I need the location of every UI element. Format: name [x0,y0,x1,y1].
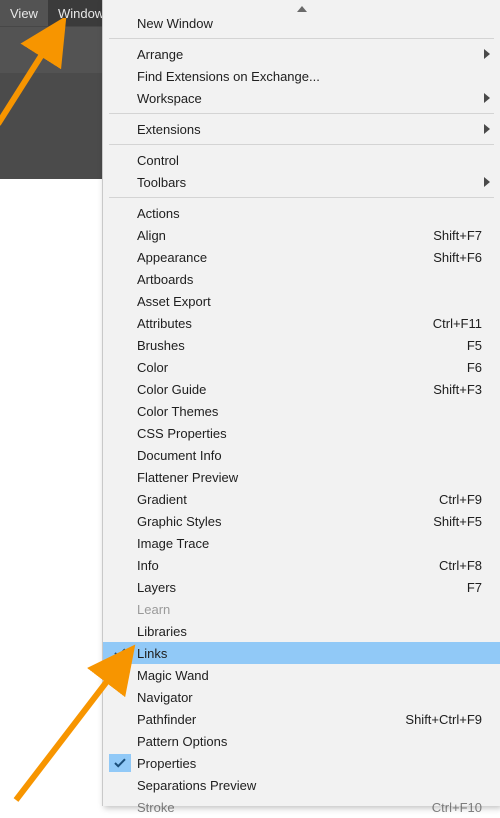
menu-item-label: Appearance [137,250,433,265]
menu-item-label: Learn [137,602,482,617]
menu-item-label: Extensions [137,122,482,137]
menu-item-brushes[interactable]: BrushesF5 [103,334,500,356]
menu-item-flattener-preview[interactable]: Flattener Preview [103,466,500,488]
menu-item-shortcut: Shift+F6 [433,250,482,265]
menu-item-label: CSS Properties [137,426,482,441]
menu-item-attributes[interactable]: AttributesCtrl+F11 [103,312,500,334]
menu-item-label: Workspace [137,91,482,106]
menu-item-label: Info [137,558,439,573]
menu-item-align[interactable]: AlignShift+F7 [103,224,500,246]
menu-item-shortcut: F7 [467,580,482,595]
menu-item-label: Image Trace [137,536,482,551]
menu-item-navigator[interactable]: Navigator [103,686,500,708]
check-icon [109,644,131,662]
menu-view[interactable]: View [0,0,48,26]
menu-item-label: Arrange [137,47,482,62]
menu-item-toolbars[interactable]: Toolbars [103,171,500,193]
menu-item-color[interactable]: ColorF6 [103,356,500,378]
menu-separator [109,113,494,114]
menu-item-label: Pattern Options [137,734,482,749]
menu-item-magic-wand[interactable]: Magic Wand [103,664,500,686]
menu-item-info[interactable]: InfoCtrl+F8 [103,554,500,576]
menu-item-css-properties[interactable]: CSS Properties [103,422,500,444]
menu-item-label: Gradient [137,492,439,507]
window-menu-dropdown: New Window Arrange Find Extensions on Exch… [102,0,500,806]
menu-item-shortcut: Shift+F3 [433,382,482,397]
menu-item-learn: Learn [103,598,500,620]
menu-item-shortcut: F5 [467,338,482,353]
menu-item-shortcut: F6 [467,360,482,375]
menu-item-label: Libraries [137,624,482,639]
menu-item-new-window[interactable]: New Window [103,12,500,34]
menu-item-libraries[interactable]: Libraries [103,620,500,642]
menu-item-pathfinder[interactable]: PathfinderShift+Ctrl+F9 [103,708,500,730]
chevron-right-icon [484,122,490,137]
menu-item-label: Document Info [137,448,482,463]
menu-separator [109,38,494,39]
menu-item-shortcut: Shift+Ctrl+F9 [405,712,482,727]
menu-item-label: Asset Export [137,294,482,309]
menu-item-label: Control [137,153,482,168]
menu-item-links[interactable]: Links [103,642,500,664]
menu-item-stroke[interactable]: StrokeCtrl+F10 [103,796,500,818]
menu-item-label: Navigator [137,690,482,705]
menu-item-pattern-options[interactable]: Pattern Options [103,730,500,752]
menu-item-label: Color Guide [137,382,433,397]
chevron-right-icon [484,175,490,190]
menu-item-separations-preview[interactable]: Separations Preview [103,774,500,796]
chevron-right-icon [484,91,490,106]
menu-item-arrange[interactable]: Arrange [103,43,500,65]
menu-item-label: Flattener Preview [137,470,482,485]
menu-item-label: Color Themes [137,404,482,419]
menu-item-label: Magic Wand [137,668,482,683]
menu-item-label: Color [137,360,467,375]
menu-item-label: Layers [137,580,467,595]
menu-item-workspace[interactable]: Workspace [103,87,500,109]
menu-item-label: Stroke [137,800,432,815]
menu-item-control[interactable]: Control [103,149,500,171]
menu-item-shortcut: Ctrl+F11 [433,316,482,331]
menu-item-label: Links [137,646,482,661]
menu-item-document-info[interactable]: Document Info [103,444,500,466]
menu-item-label: Pathfinder [137,712,405,727]
menu-item-shortcut: Ctrl+F8 [439,558,482,573]
check-icon [109,754,131,772]
menu-separator [109,197,494,198]
menu-item-graphic-styles[interactable]: Graphic StylesShift+F5 [103,510,500,532]
menu-item-layers[interactable]: LayersF7 [103,576,500,598]
menu-item-properties[interactable]: Properties [103,752,500,774]
menu-item-appearance[interactable]: AppearanceShift+F6 [103,246,500,268]
menu-item-label: Find Extensions on Exchange... [137,69,482,84]
chevron-right-icon [484,47,490,62]
menu-item-label: Graphic Styles [137,514,433,529]
menu-item-label: Attributes [137,316,433,331]
menu-item-shortcut: Ctrl+F9 [439,492,482,507]
menu-item-image-trace[interactable]: Image Trace [103,532,500,554]
menu-item-color-guide[interactable]: Color GuideShift+F3 [103,378,500,400]
menu-item-gradient[interactable]: GradientCtrl+F9 [103,488,500,510]
menu-separator [109,144,494,145]
menu-item-label: Properties [137,756,482,771]
menu-item-actions[interactable]: Actions [103,202,500,224]
menu-item-color-themes[interactable]: Color Themes [103,400,500,422]
menu-item-shortcut: Ctrl+F10 [432,800,482,815]
menu-item-label: Artboards [137,272,482,287]
menu-item-label: New Window [137,16,482,31]
menu-item-shortcut: Shift+F5 [433,514,482,529]
menu-item-extensions[interactable]: Extensions [103,118,500,140]
menu-item-label: Brushes [137,338,467,353]
menu-item-asset-export[interactable]: Asset Export [103,290,500,312]
menu-item-label: Actions [137,206,482,221]
menu-item-label: Toolbars [137,175,482,190]
menu-view-label: View [10,6,38,21]
menu-item-label: Separations Preview [137,778,482,793]
app-background: View Window New Window Arrange Find Extens… [0,0,500,806]
menu-item-label: Align [137,228,433,243]
menu-item-find-extensions-on-exchange[interactable]: Find Extensions on Exchange... [103,65,500,87]
menu-window-label: Window [58,6,104,21]
menu-item-artboards[interactable]: Artboards [103,268,500,290]
menu-item-shortcut: Shift+F7 [433,228,482,243]
